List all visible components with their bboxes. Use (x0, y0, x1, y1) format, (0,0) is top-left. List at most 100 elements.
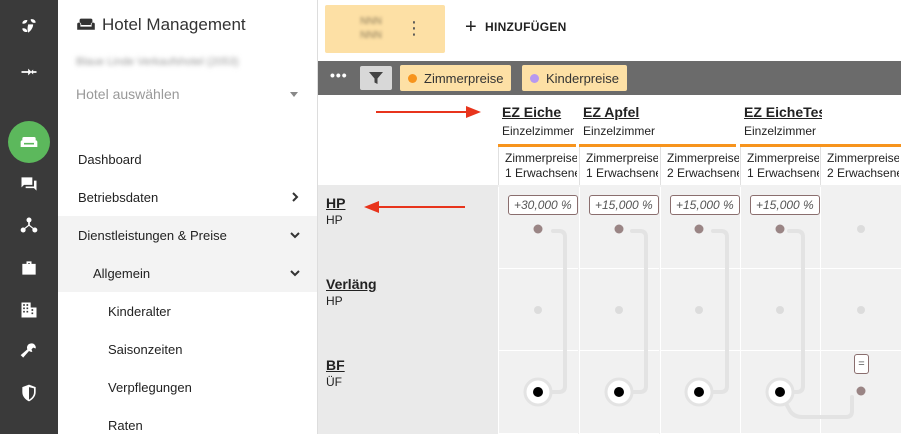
hotel-select[interactable]: Hotel auswählen (76, 86, 298, 108)
hotel-name: Blaue Linde Verkaufshotel (2053) (76, 56, 239, 68)
filter-tag-label: Zimmerpreise (424, 70, 504, 86)
tag-dot (408, 73, 417, 83)
subcolumn-header: Zimmerpreise 2 Erwachsene (660, 147, 740, 185)
network-icon[interactable] (0, 207, 58, 243)
price-cell[interactable]: +30,000 % (498, 187, 578, 269)
sofa-icon[interactable] (0, 121, 58, 163)
nav-item-dashboard[interactable]: Dashboard (58, 140, 317, 178)
price-grid: EZ Eiche Einzelzimmer Zimmerpreise 1 Erw… (318, 95, 901, 434)
app-title: Hotel Management (76, 15, 246, 35)
price-cell[interactable] (660, 351, 740, 434)
icon-rail (0, 0, 58, 434)
wrench-icon[interactable] (0, 333, 58, 369)
column-subtitle: Einzelzimmer (583, 124, 656, 138)
price-cell[interactable] (820, 269, 901, 351)
nav-item-saisonzeiten[interactable]: Saisonzeiten (58, 330, 317, 368)
nav-item-dienstleistungen[interactable]: Dienstleistungen & Preise (58, 216, 317, 254)
subcolumn-line1: Zimmerpreise (505, 151, 577, 165)
main-content: NNN NNN ⋮ + HINZUFÜGEN ••• Zimmerpreise … (318, 0, 901, 434)
sofa-icon (77, 18, 95, 30)
red-arrow-head (466, 106, 481, 118)
subcolumn-line2: 1 Erwachsener (586, 166, 658, 180)
nav-item-label: Dashboard (78, 151, 142, 167)
chevron-down-icon (289, 267, 301, 279)
row-subtitle: ÜF (326, 375, 342, 389)
price-cell[interactable] (740, 351, 820, 434)
subcolumn-header: Zimmerpreise 1 Erwachsener (740, 147, 820, 185)
price-cell[interactable] (498, 269, 578, 351)
logo-icon[interactable] (0, 8, 58, 44)
subcolumn-line1: Zimmerpreise (827, 151, 899, 165)
nav-item-label: Dienstleistungen & Preise (78, 227, 227, 243)
price-badge[interactable]: +15,000 % (750, 195, 820, 215)
tag-dot (530, 73, 539, 83)
nav-item-kinderalter[interactable]: Kinderalter (58, 292, 317, 330)
column-subtitle: Einzelzimmer (744, 124, 817, 138)
row-header-bf[interactable]: BF ÜF (326, 357, 345, 389)
column-title[interactable]: EZ EicheTest (744, 104, 822, 120)
price-badge[interactable]: +15,000 % (670, 195, 740, 215)
subcolumn-header: Zimmerpreise 1 Erwachsener (498, 147, 579, 185)
subcolumn-line2: 2 Erwachsene (827, 166, 899, 180)
active-indicator (8, 121, 50, 163)
caret-down-icon (290, 92, 298, 97)
subcolumn-line2: 1 Erwachsener (505, 166, 577, 180)
price-cell[interactable] (820, 187, 901, 269)
filter-tag-kinderpreise[interactable]: Kinderpreise (522, 65, 627, 91)
subcolumn-line1: Zimmerpreise (747, 151, 819, 165)
equal-badge[interactable]: = (854, 354, 869, 374)
briefcase-icon[interactable] (0, 250, 58, 286)
price-cell[interactable] (579, 269, 659, 351)
toolbar: NNN NNN ⋮ + HINZUFÜGEN (318, 0, 901, 61)
chevron-down-icon (289, 229, 301, 241)
filter-button[interactable] (360, 66, 392, 90)
price-badge[interactable]: +15,000 % (589, 195, 659, 215)
nav-item-betriebsdaten[interactable]: Betriebsdaten (58, 178, 317, 216)
price-cell[interactable] (579, 351, 659, 434)
shield-icon[interactable] (0, 375, 58, 411)
column-title[interactable]: EZ Apfel (583, 104, 661, 120)
nav-item-label: Kinderalter (108, 303, 171, 319)
add-button[interactable]: + HINZUFÜGEN (465, 17, 567, 37)
filter-tag-zimmerpreise[interactable]: Zimmerpreise (400, 65, 512, 91)
app-title-text: Hotel Management (102, 15, 246, 34)
price-cell[interactable] (498, 351, 578, 434)
nav-panel: Hotel Management Blaue Linde Verkaufshot… (58, 0, 318, 434)
price-cell[interactable]: = (820, 351, 901, 434)
column-title[interactable]: EZ Eiche (502, 104, 580, 120)
row-header-verlaeng[interactable]: Verläng HP (326, 276, 377, 308)
nav-item-raten[interactable]: Raten (58, 406, 317, 434)
price-cell[interactable]: +15,000 % (579, 187, 659, 269)
filter-icon (369, 72, 383, 84)
filter-bar: ••• Zimmerpreise Kinderpreise (318, 61, 901, 95)
column-subtitle: Einzelzimmer (502, 124, 575, 138)
building-icon[interactable] (0, 292, 58, 328)
row-title[interactable]: HP (326, 195, 345, 211)
more-options-icon[interactable]: ••• (330, 67, 348, 83)
price-cell[interactable]: +15,000 % (740, 187, 820, 269)
price-cell[interactable] (740, 269, 820, 351)
row-title[interactable]: BF (326, 357, 345, 373)
subcolumn-header: Zimmerpreise 2 Erwachsene (820, 147, 901, 185)
price-badge[interactable]: +30,000 % (508, 195, 578, 215)
filter-tag-label: Kinderpreise (546, 70, 619, 86)
row-subtitle: HP (326, 294, 343, 308)
chevron-right-icon (289, 191, 301, 203)
nav-item-verpflegungen[interactable]: Verpflegungen (58, 368, 317, 406)
nav-item-label: Verpflegungen (108, 379, 192, 395)
nav-item-label: Allgemein (93, 265, 151, 281)
chat-icon[interactable] (0, 166, 58, 202)
row-title[interactable]: Verläng (326, 276, 377, 292)
subcolumn-line1: Zimmerpreise (586, 151, 658, 165)
transfer-icon[interactable] (0, 54, 58, 90)
price-cell[interactable]: +15,000 % (660, 187, 740, 269)
selection-chip[interactable]: NNN NNN ⋮ (325, 5, 445, 53)
hotel-select-placeholder: Hotel auswählen (76, 86, 180, 102)
subcolumn-line2: 2 Erwachsene (667, 166, 739, 180)
nav-item-allgemein[interactable]: Allgemein (58, 254, 317, 292)
row-header-hp[interactable]: HP HP (326, 195, 345, 227)
row-subtitle: HP (326, 213, 343, 227)
price-cell[interactable] (660, 269, 740, 351)
chip-text: NNN NNN (360, 16, 382, 41)
chip-menu-icon[interactable]: ⋮ (405, 19, 423, 37)
